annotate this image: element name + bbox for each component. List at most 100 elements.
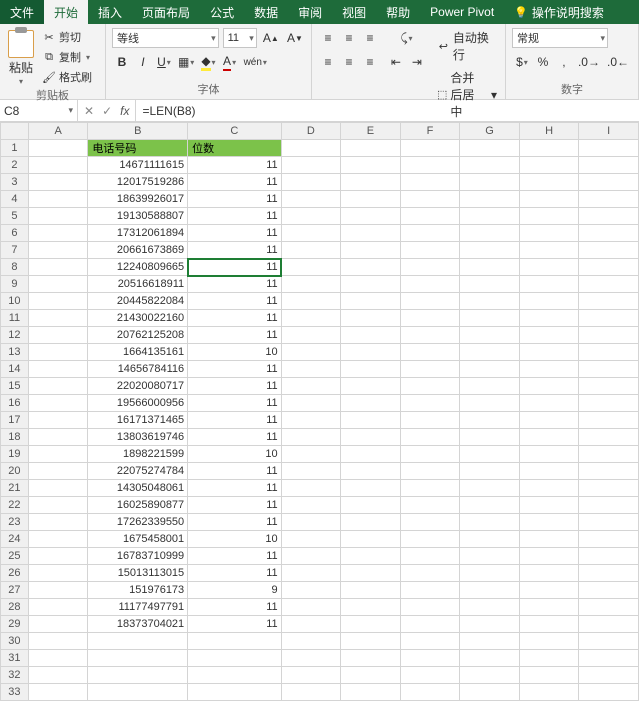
cell-I25[interactable] [579,548,639,565]
cell-H26[interactable] [519,565,579,582]
cell-E25[interactable] [341,548,401,565]
cell-I4[interactable] [579,191,639,208]
increase-indent-button[interactable]: ⇥ [407,52,427,72]
cell-A27[interactable] [28,582,88,599]
cell-F18[interactable] [400,429,460,446]
tell-me[interactable]: 操作说明搜索 [504,0,614,24]
cell-B7[interactable]: 20661673869 [88,242,188,259]
align-left-button[interactable]: ≡ [318,52,338,72]
cell-F23[interactable] [400,514,460,531]
comma-format-button[interactable]: , [554,52,574,72]
cell-H28[interactable] [519,599,579,616]
cell-B15[interactable]: 22020080717 [88,378,188,395]
row-header-22[interactable]: 22 [1,497,29,514]
cell-A3[interactable] [28,174,88,191]
cell-B25[interactable]: 16783710999 [88,548,188,565]
cell-B20[interactable]: 22075274784 [88,463,188,480]
cell-F5[interactable] [400,208,460,225]
cell-A12[interactable] [28,327,88,344]
col-header-H[interactable]: H [519,123,579,140]
cell-I28[interactable] [579,599,639,616]
cell-I17[interactable] [579,412,639,429]
cell-E29[interactable] [341,616,401,633]
cell-G29[interactable] [460,616,520,633]
cell-F29[interactable] [400,616,460,633]
cell-G25[interactable] [460,548,520,565]
row-header-19[interactable]: 19 [1,446,29,463]
cell-H32[interactable] [519,667,579,684]
cell-I33[interactable] [579,684,639,701]
cell-C10[interactable]: 11 [188,293,281,310]
cell-E30[interactable] [341,633,401,650]
cell-C26[interactable]: 11 [188,565,281,582]
percent-format-button[interactable]: % [533,52,553,72]
cell-E8[interactable] [341,259,401,276]
cell-E33[interactable] [341,684,401,701]
cell-C32[interactable] [188,667,281,684]
wrap-text-button[interactable]: ↩自动换行 [435,28,499,64]
row-header-29[interactable]: 29 [1,616,29,633]
cell-B22[interactable]: 16025890877 [88,497,188,514]
cell-G9[interactable] [460,276,520,293]
cell-C22[interactable]: 11 [188,497,281,514]
cell-D25[interactable] [281,548,341,565]
cell-I11[interactable] [579,310,639,327]
cell-F20[interactable] [400,463,460,480]
cell-B4[interactable]: 18639926017 [88,191,188,208]
cell-B21[interactable]: 14305048061 [88,480,188,497]
tab-view[interactable]: 视图 [332,0,376,24]
phonetic-guide-button[interactable]: wén▾ [241,52,270,72]
row-header-5[interactable]: 5 [1,208,29,225]
increase-decimal-button[interactable]: .0→ [575,52,603,72]
cell-F32[interactable] [400,667,460,684]
cell-D4[interactable] [281,191,341,208]
cell-D30[interactable] [281,633,341,650]
cell-D5[interactable] [281,208,341,225]
number-format-combo[interactable]: 常规 [512,28,608,48]
cell-C24[interactable]: 10 [188,531,281,548]
cell-G23[interactable] [460,514,520,531]
cell-E24[interactable] [341,531,401,548]
row-header-9[interactable]: 9 [1,276,29,293]
cell-E28[interactable] [341,599,401,616]
cell-G22[interactable] [460,497,520,514]
decrease-font-button[interactable]: A▼ [285,28,305,48]
row-header-2[interactable]: 2 [1,157,29,174]
cell-D11[interactable] [281,310,341,327]
cell-F4[interactable] [400,191,460,208]
cell-H18[interactable] [519,429,579,446]
cell-H5[interactable] [519,208,579,225]
cell-E1[interactable] [341,140,401,157]
cell-I13[interactable] [579,344,639,361]
cell-H25[interactable] [519,548,579,565]
cell-I5[interactable] [579,208,639,225]
row-header-32[interactable]: 32 [1,667,29,684]
cell-A31[interactable] [28,650,88,667]
cell-I30[interactable] [579,633,639,650]
cell-A7[interactable] [28,242,88,259]
row-header-23[interactable]: 23 [1,514,29,531]
row-header-16[interactable]: 16 [1,395,29,412]
cell-I3[interactable] [579,174,639,191]
format-painter-button[interactable]: 🖌格式刷 [40,68,94,86]
cell-A19[interactable] [28,446,88,463]
cell-B10[interactable]: 20445822084 [88,293,188,310]
cell-C4[interactable]: 11 [188,191,281,208]
cell-D23[interactable] [281,514,341,531]
cell-G13[interactable] [460,344,520,361]
cell-G17[interactable] [460,412,520,429]
cell-A26[interactable] [28,565,88,582]
cell-I27[interactable] [579,582,639,599]
cell-B9[interactable]: 20516618911 [88,276,188,293]
tab-review[interactable]: 审阅 [288,0,332,24]
cell-G12[interactable] [460,327,520,344]
tab-layout[interactable]: 页面布局 [132,0,200,24]
cell-D22[interactable] [281,497,341,514]
cell-I2[interactable] [579,157,639,174]
cell-E27[interactable] [341,582,401,599]
align-center-button[interactable]: ≡ [339,52,359,72]
cell-A10[interactable] [28,293,88,310]
cell-E15[interactable] [341,378,401,395]
cell-H3[interactable] [519,174,579,191]
accept-formula-icon[interactable]: ✓ [102,104,112,118]
